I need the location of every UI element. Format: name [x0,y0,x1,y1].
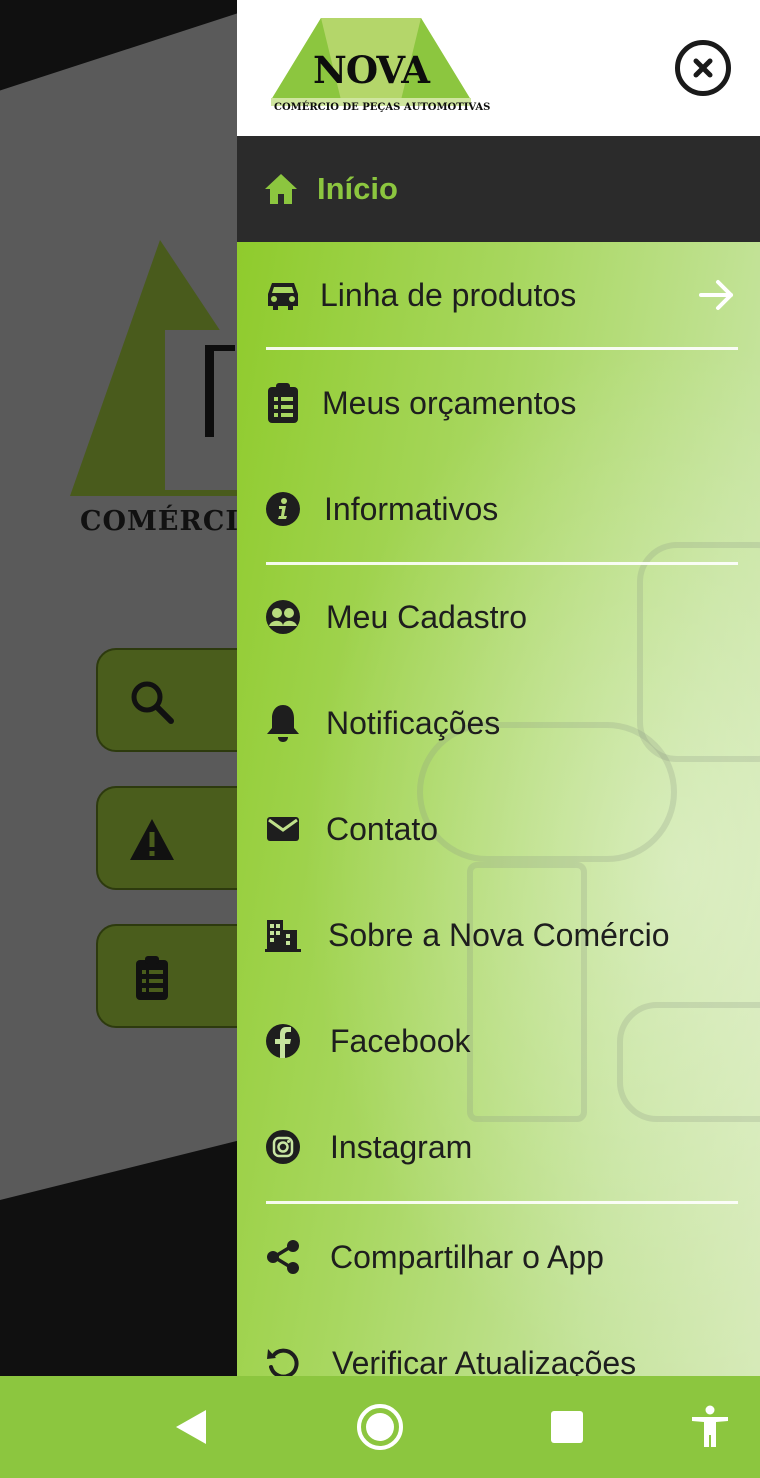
recents-icon [551,1411,583,1443]
menu-item-label: Início [317,171,398,206]
search-icon [131,681,174,724]
menu-item-label: Sobre a Nova Comércio [328,916,670,953]
background-logo-text: COMÉRCI [80,506,240,537]
menu-item-label: Linha de produtos [320,276,577,313]
menu-item-label: Meus orçamentos [322,384,577,421]
menu-item-instagram[interactable]: Instagram [237,1094,760,1200]
menu-item-label: Notificações [326,704,501,741]
clipboard-list-icon [265,383,301,423]
menu-item-news[interactable]: Informativos [237,456,760,562]
close-icon [693,58,713,78]
menu-item-label: Instagram [330,1128,473,1165]
menu-item-label: Informativos [324,490,499,527]
menu-item-profile[interactable]: Meu Cadastro [237,564,760,670]
envelope-icon [265,811,301,847]
menu-item-label: Verificar Atualizações [332,1344,637,1377]
background-logo-letter [205,345,235,437]
menu-item-share[interactable]: Compartilhar o App [237,1204,760,1310]
logo-subtitle: COMÉRCIO DE PEÇAS AUTOMOTIVAS [274,102,491,113]
navigation-drawer: NOVA COMÉRCIO DE PEÇAS AUTOMOTIVAS Iníci… [237,0,760,1376]
home-circle-icon [357,1404,403,1450]
warning-icon [130,819,174,860]
clipboard-list-icon [136,956,168,1000]
menu-item-quotes[interactable]: Meus orçamentos [237,350,760,456]
instagram-icon [265,1129,301,1165]
back-button[interactable] [166,1403,214,1451]
home-icon [265,174,297,204]
refresh-icon [265,1345,301,1376]
home-nav-button[interactable] [356,1403,404,1451]
logo-name: NOVA [313,48,430,92]
recents-button[interactable] [543,1403,591,1451]
menu-item-products[interactable]: Linha de produtos [237,242,760,348]
menu-item-label: Compartilhar o App [330,1238,604,1275]
menu-item-about[interactable]: Sobre a Nova Comércio [237,882,760,988]
bell-icon [265,705,301,742]
facebook-icon [265,1023,301,1059]
drawer-header: NOVA COMÉRCIO DE PEÇAS AUTOMOTIVAS [237,0,760,136]
brand-logo: NOVA COMÉRCIO DE PEÇAS AUTOMOTIVAS [271,14,491,118]
car-icon [265,277,301,313]
info-icon [265,491,301,527]
users-icon [265,599,301,635]
close-button[interactable] [675,40,731,96]
back-icon [176,1410,206,1444]
menu-item-facebook[interactable]: Facebook [237,988,760,1094]
menu-item-label: Meu Cadastro [326,598,527,635]
accessibility-button[interactable] [686,1403,734,1451]
system-navigation-bar [0,1376,760,1478]
menu-item-label: Contato [326,810,439,847]
menu-item-notifications[interactable]: Notificações [237,670,760,776]
accessibility-icon [692,1405,728,1447]
building-icon [265,917,301,953]
arrow-right-icon [699,280,733,310]
share-icon [265,1239,301,1275]
menu-item-check-updates[interactable]: Verificar Atualizações [237,1310,760,1376]
menu-item-label: Facebook [330,1022,471,1059]
menu-list: Linha de produtos Meus orçamentos Inform… [237,242,760,1376]
menu-item-contact[interactable]: Contato [237,776,760,882]
menu-item-home[interactable]: Início [237,136,760,242]
